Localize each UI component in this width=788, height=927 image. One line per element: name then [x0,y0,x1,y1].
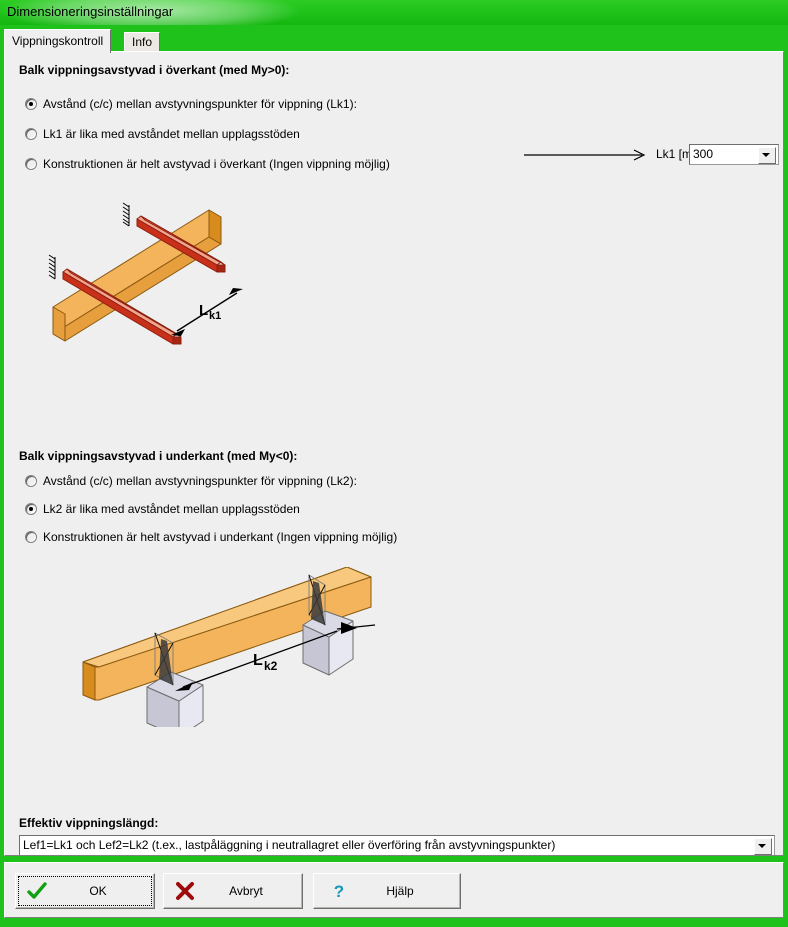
tab-page: Balk vippningsavstyvad i överkant (med M… [4,51,784,856]
cancel-button[interactable]: Avbryt [163,873,303,909]
radio-indicator[interactable] [25,531,37,543]
radio-indicator[interactable] [25,503,37,515]
dialog-window: Dimensioneringsinställningar Vippningsko… [0,0,788,927]
lk1-diagram-label: L [199,302,208,319]
radio-label: Avstånd (c/c) mellan avstyvningspunkter … [43,97,357,111]
diagram-top-bracing: L k1 [48,202,243,345]
radio-label: Avstånd (c/c) mellan avstyvningspunkter … [43,474,357,488]
top-section-heading: Balk vippningsavstyvad i överkant (med M… [19,63,290,77]
title-bar: Dimensioneringsinställningar [0,0,788,25]
tab-info[interactable]: Info [124,32,161,52]
radio-label: Lk2 är lika med avståndet mellan upplags… [43,502,300,516]
window-title: Dimensioneringsinställningar [7,4,174,19]
radio-label: Lk1 är lika med avståndet mellan upplags… [43,127,300,141]
radio-indicator[interactable] [25,158,37,170]
cancel-button-label: Avbryt [229,884,263,898]
help-button-label: Hjälp [386,884,414,898]
radio-indicator[interactable] [25,98,37,110]
lk1-value: 300 [693,147,714,161]
radio-indicator[interactable] [25,128,37,140]
bottom-section-heading: Balk vippningsavstyvad i underkant (med … [19,449,298,463]
help-button[interactable]: ? Hjälp [313,873,461,909]
effective-length-combobox[interactable]: Lef1=Lk1 och Lef2=Lk2 (t.ex., lastpålägg… [19,835,775,855]
ok-button-label: OK [89,884,107,898]
radio-indicator[interactable] [25,475,37,487]
chevron-down-icon[interactable] [754,838,772,855]
radio-label: Konstruktionen är helt avstyvad i överka… [43,157,390,171]
chevron-down-icon[interactable] [758,147,776,164]
lk2-diagram-label: L [253,652,263,669]
effective-length-label: Effektiv vippningslängd: [19,816,159,830]
svg-text:k2: k2 [264,659,278,673]
tab-strip: Vippningskontroll Info [4,29,784,53]
ok-button[interactable]: OK [15,873,155,909]
lk1-value-combobox[interactable]: 300 [689,144,779,165]
effective-length-value: Lef1=Lk1 och Lef2=Lk2 (t.ex., lastpålägg… [23,838,556,852]
button-bar: OK Avbryt ? Hjälp [4,862,784,918]
lk1-pointer-arrow [524,149,646,161]
radio-label: Konstruktionen är helt avstyvad i underk… [43,530,398,544]
svg-text:k1: k1 [209,310,221,322]
diagram-bottom-bracing: L k2 [82,567,376,727]
tab-vippningskontroll[interactable]: Vippningskontroll [4,29,112,53]
